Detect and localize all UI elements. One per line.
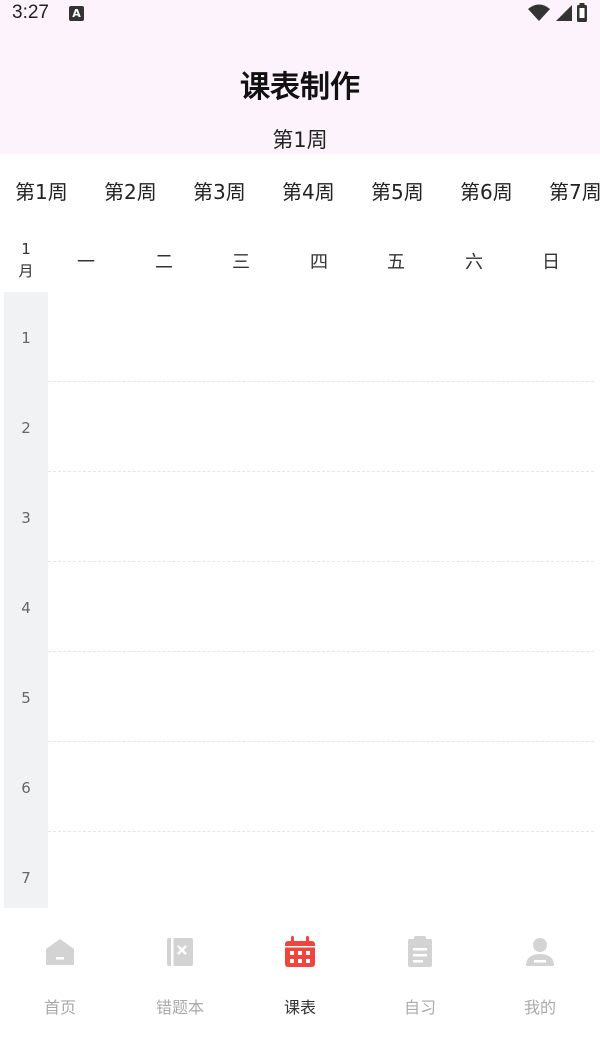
day-wednesday: 三 bbox=[232, 252, 250, 273]
row-divider bbox=[48, 651, 594, 652]
row-divider bbox=[48, 471, 594, 472]
current-week-label[interactable]: 第1周 bbox=[0, 124, 600, 154]
row-divider bbox=[48, 831, 594, 832]
period-number: 4 bbox=[21, 599, 31, 617]
tab-week-4[interactable]: 第4周 bbox=[282, 176, 335, 205]
day-sunday: 日 bbox=[542, 252, 560, 273]
status-icons bbox=[528, 3, 588, 23]
day-friday: 五 bbox=[387, 252, 405, 273]
row-divider bbox=[48, 561, 594, 562]
calendar-icon bbox=[285, 936, 315, 967]
wifi-icon bbox=[528, 4, 550, 21]
user-icon bbox=[526, 938, 554, 966]
nav-label: 首页 bbox=[43, 998, 76, 1017]
row-divider bbox=[48, 741, 594, 742]
timetable-screen: 3:27 A 课表制作 第1周 第1周 第2周 第3周 第4周 第5周 第6周 … bbox=[0, 0, 600, 1051]
period-number: 5 bbox=[21, 689, 31, 707]
period-number: 6 bbox=[21, 779, 31, 797]
row-divider bbox=[48, 381, 594, 382]
period-number: 2 bbox=[21, 419, 31, 437]
notebook-icon bbox=[167, 938, 193, 966]
tab-week-5[interactable]: 第5周 bbox=[371, 176, 424, 205]
nav-label: 错题本 bbox=[155, 998, 204, 1017]
month-label: 1 月 bbox=[4, 230, 48, 290]
battery-icon bbox=[577, 3, 587, 22]
nav-home[interactable]: 首页 bbox=[0, 908, 120, 1051]
status-bar: 3:27 A bbox=[0, 0, 600, 26]
day-monday: 一 bbox=[77, 252, 95, 273]
tab-week-2[interactable]: 第2周 bbox=[104, 176, 157, 205]
timetable-grid[interactable]: 1 2 3 4 5 6 7 bbox=[0, 292, 600, 908]
nav-label: 课表 bbox=[283, 998, 316, 1017]
home-icon bbox=[46, 939, 74, 965]
nav-self-study[interactable]: 自习 bbox=[360, 908, 480, 1051]
period-number: 7 bbox=[21, 869, 31, 887]
nav-timetable[interactable]: 课表 bbox=[240, 908, 360, 1051]
notification-icon: A bbox=[68, 5, 84, 21]
period-column: 1 2 3 4 5 6 7 bbox=[4, 292, 48, 908]
day-saturday: 六 bbox=[465, 252, 483, 273]
day-tuesday: 二 bbox=[155, 252, 173, 273]
nav-profile[interactable]: 我的 bbox=[480, 908, 600, 1051]
tab-week-3[interactable]: 第3周 bbox=[193, 176, 246, 205]
tab-week-7[interactable]: 第7周 bbox=[549, 176, 600, 205]
period-number: 1 bbox=[21, 329, 31, 347]
nav-label: 我的 bbox=[523, 998, 556, 1017]
page-title: 课表制作 bbox=[240, 70, 360, 105]
month-number: 1 bbox=[21, 240, 31, 258]
nav-label: 自习 bbox=[403, 998, 436, 1017]
status-time: 3:27 bbox=[12, 2, 49, 23]
month-unit: 月 bbox=[18, 262, 34, 280]
tab-week-1[interactable]: 第1周 bbox=[15, 176, 68, 205]
nav-mistake-book[interactable]: 错题本 bbox=[120, 908, 240, 1051]
week-tab-bar[interactable]: 第1周 第2周 第3周 第4周 第5周 第6周 第7周 bbox=[0, 170, 600, 214]
bottom-nav: 首页 错题本 课表 自习 我的 bbox=[0, 908, 600, 1051]
clipboard-icon bbox=[408, 936, 432, 967]
signal-icon bbox=[556, 5, 572, 21]
header: 课表制作 第1周 bbox=[0, 26, 600, 154]
day-thursday: 四 bbox=[310, 252, 328, 273]
day-header-row: 1 月 一 二 三 四 五 六 日 bbox=[0, 230, 600, 290]
period-number: 3 bbox=[21, 509, 31, 527]
tab-week-6[interactable]: 第6周 bbox=[460, 176, 513, 205]
